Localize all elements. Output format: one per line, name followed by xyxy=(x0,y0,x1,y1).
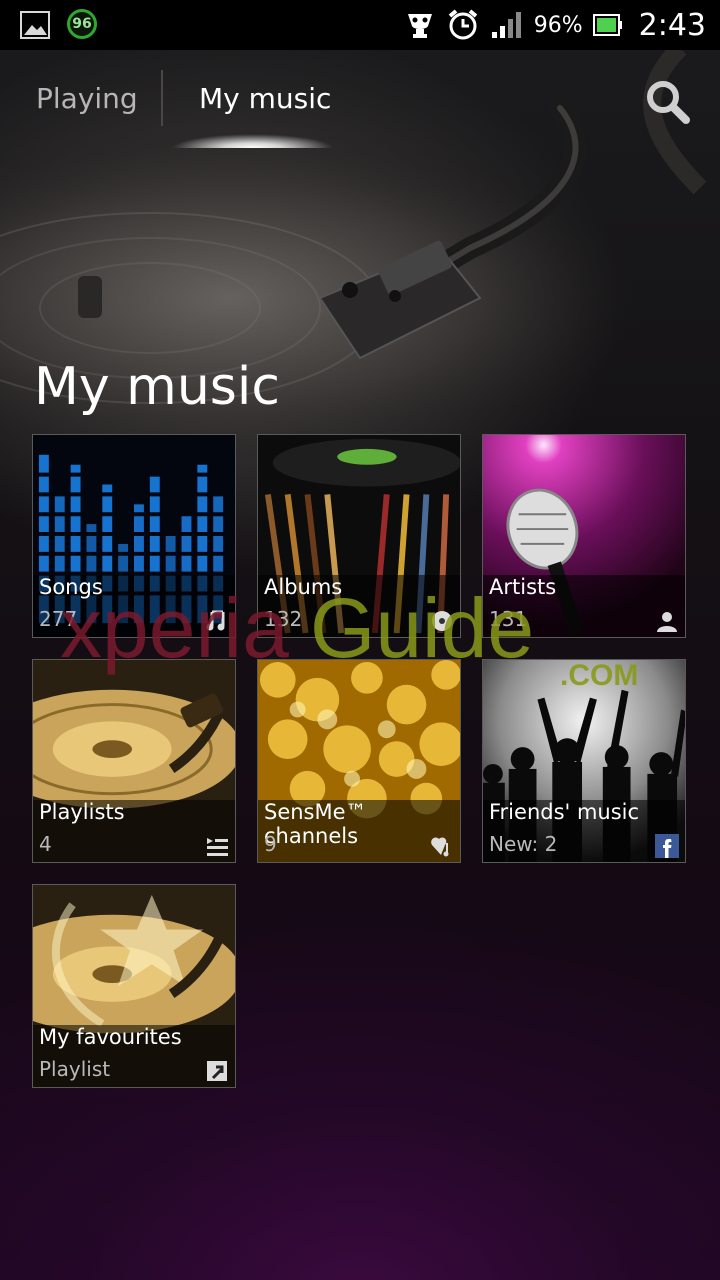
facebook-icon xyxy=(655,834,679,858)
artists-tile[interactable]: Artists 131 xyxy=(482,434,686,638)
sensme-channels-tile[interactable]: SensMe™ channels 9 xyxy=(257,659,461,863)
tile-count: 132 xyxy=(264,607,303,631)
tile-count: 277 xyxy=(39,607,78,631)
tile-count: 4 xyxy=(39,832,52,856)
tile-count: 9 xyxy=(264,832,277,856)
battery-icon xyxy=(592,14,622,36)
heart-note-icon xyxy=(431,837,449,857)
usb-trophy-icon xyxy=(407,14,432,38)
tile-title: Playlists xyxy=(39,800,125,824)
tile-title: Friends' music xyxy=(489,800,640,824)
tile-count: 131 xyxy=(489,607,528,631)
tab-my-music[interactable]: My music xyxy=(199,82,331,115)
alarm-icon xyxy=(448,9,477,40)
playlist-icon xyxy=(207,838,228,856)
songs-tile[interactable]: Songs 277 xyxy=(32,434,236,638)
gallery-icon xyxy=(20,11,50,39)
tab-playing[interactable]: Playing xyxy=(36,82,138,115)
disc-icon xyxy=(432,611,452,631)
friends-music-tile[interactable]: Friends' music New: 2 xyxy=(482,659,686,863)
battery-percentage: 96% xyxy=(533,12,583,38)
shortcut-arrow-icon xyxy=(207,1061,227,1081)
status-icons: 96% 2:43 xyxy=(404,0,706,50)
selected-tab-indicator xyxy=(172,134,334,148)
tile-title: Songs xyxy=(39,575,103,599)
tab-divider xyxy=(161,70,163,126)
battery-saver-icon: 96 xyxy=(67,9,97,39)
my-favourites-tile[interactable]: My favourites Playlist xyxy=(32,884,236,1088)
tile-title: Albums xyxy=(264,575,343,599)
music-notes-icon xyxy=(206,610,225,631)
clock: 2:43 xyxy=(638,7,706,43)
status-bar: 96 96% 2:43 xyxy=(0,0,720,50)
tab-bar: Playing My music xyxy=(0,50,720,150)
playlists-tile[interactable]: Playlists 4 xyxy=(32,659,236,863)
tile-count: New: 2 xyxy=(489,832,558,856)
signal-icon xyxy=(491,12,521,38)
tile-subtitle: Playlist xyxy=(39,1057,111,1081)
page-title: My music xyxy=(34,356,280,417)
albums-tile[interactable]: Albums 132 xyxy=(257,434,461,638)
person-icon xyxy=(657,612,677,632)
tile-title: Artists xyxy=(489,575,557,599)
tile-title: My favourites xyxy=(39,1025,182,1049)
search-icon[interactable] xyxy=(644,78,690,124)
